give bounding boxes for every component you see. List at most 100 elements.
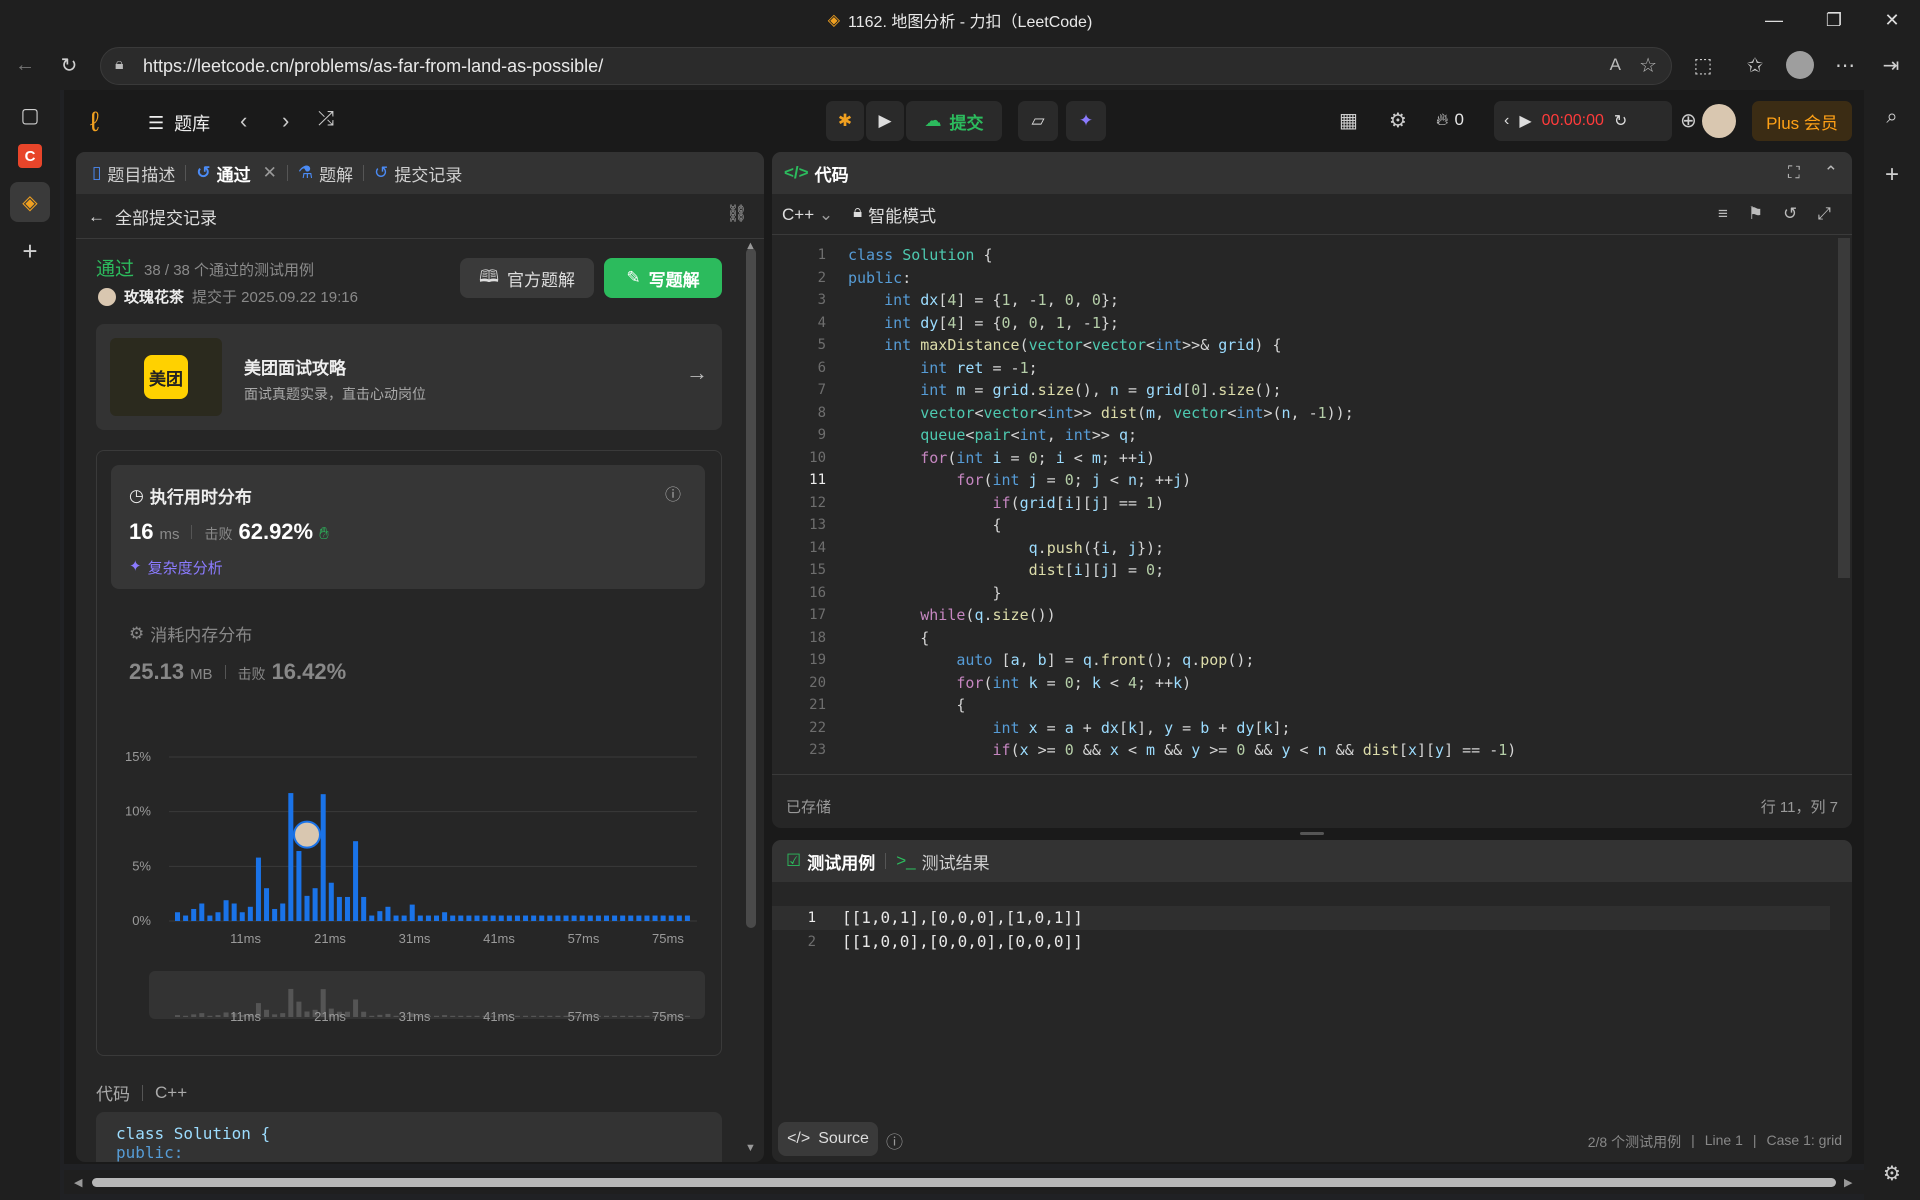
random-problem-icon[interactable]: ⤮ — [318, 108, 334, 131]
left-tab-bar: ▯ 题目描述 ↺ 通过 ✕ ⚗ 题解 ↺ 提交记录 — [76, 152, 764, 194]
notes-button[interactable]: ▱ — [1018, 101, 1058, 141]
code-area[interactable]: 1 class Solution {2 public: 3 int dx[4] = {… — [782, 244, 1812, 764]
bookmark-icon[interactable]: ⚑ — [1748, 204, 1763, 224]
chevron-down-icon: ⌄ — [818, 204, 834, 224]
new-tab-icon[interactable]: + — [13, 234, 47, 268]
overview-bar — [531, 1015, 537, 1017]
ai-assistant-button[interactable]: ✦ — [1066, 101, 1106, 141]
leetcode-tab-icon[interactable]: ◈ — [10, 182, 50, 222]
invite-user-icon[interactable]: ⊕ — [1680, 108, 1697, 133]
code-line: 7 int m = grid.size(), n = grid[0].size(… — [782, 379, 1812, 402]
sidebar-settings-icon[interactable]: ⚙ — [1875, 1156, 1909, 1190]
submitter-info: 玫瑰花茶 提交于 2025.09.22 19:16 — [98, 286, 358, 307]
collapse-icon[interactable]: ⌃ — [1824, 163, 1838, 183]
distribution-bar — [506, 915, 512, 921]
expand-icon[interactable]: ⤢ — [1817, 204, 1831, 224]
meituan-banner[interactable]: 美团 美团面试攻略 面试真题实录，直击心动岗位 → — [96, 324, 722, 430]
code-line: 11 for(int j = 0; j < n; ++j) — [782, 469, 1812, 492]
official-solution-button[interactable]: 🕮︎ 官方题解 — [460, 258, 594, 298]
distribution-bar — [514, 915, 520, 921]
overview-bar — [555, 1015, 561, 1017]
fullscreen-icon[interactable]: ⛶ — [1788, 163, 1800, 183]
share-link-icon[interactable]: ⛓ — [726, 204, 748, 224]
code-text: int x = a + dx[k], y = b + dy[k]; — [992, 718, 1291, 737]
more-options-icon[interactable]: ⋯ — [1828, 48, 1862, 82]
runtime-distribution-chart[interactable]: 15% 10% 5% 0% 11ms 21ms 31ms 41ms 57ms 75ms 11ms 21… — [97, 731, 721, 1061]
help-icon[interactable]: ⓘ — [886, 1128, 903, 1153]
code-line: 14 q.push({i, j}); — [782, 537, 1812, 560]
submit-button[interactable]: ☁ 提交 — [906, 101, 1002, 141]
line-number: 9 — [817, 427, 826, 443]
close-window-button[interactable]: ✕ — [1864, 0, 1920, 40]
minimize-button[interactable]: — — [1746, 0, 1802, 40]
add-sidebar-icon[interactable]: + — [1875, 158, 1909, 192]
browser-right-sidebar: ⌕ + ⚙ — [1864, 90, 1920, 1200]
tab-submissions[interactable]: ↺ 提交记录 — [364, 161, 472, 186]
memory-header[interactable]: ⚙ 消耗内存分布 — [129, 621, 252, 646]
scroll-up-icon[interactable]: ▲ — [745, 240, 756, 252]
back-icon[interactable]: ← — [8, 48, 42, 82]
extensions-icon[interactable]: ⬚ — [1686, 48, 1720, 82]
distribution-bar — [183, 915, 189, 921]
reload-icon[interactable]: ↻ — [52, 48, 86, 82]
scroll-down-icon[interactable]: ▼ — [745, 1142, 756, 1154]
smart-mode-toggle[interactable]: 🔒︎ 智能模式 — [853, 202, 936, 227]
run-button[interactable]: ▶ — [866, 101, 904, 141]
submitter-name[interactable]: 玫瑰花茶 — [124, 286, 184, 307]
tab-results[interactable]: >_ 测试结果 — [886, 849, 999, 874]
divider — [772, 234, 1852, 235]
panel-resize-handle[interactable] — [1300, 832, 1324, 835]
tab-accepted[interactable]: ↺ 通过 ✕ — [186, 161, 287, 186]
streak-counter[interactable]: 🔥︎ 0 — [1436, 110, 1464, 130]
description-icon: ▯ — [92, 163, 102, 182]
runtime-header: ◷ 执行用时分布 — [129, 483, 252, 508]
tab-solutions[interactable]: ⚗ 题解 — [288, 161, 363, 186]
scroll-left-icon[interactable]: ◀ — [74, 1176, 82, 1189]
language-select[interactable]: C++ ⌄ — [782, 205, 833, 225]
code-text: if(grid[i][j] == 1) — [992, 493, 1165, 512]
sparkle-icon: ✦ — [129, 558, 142, 575]
horizontal-scrollbar-thumb[interactable] — [92, 1178, 1836, 1187]
maximize-button[interactable]: ❐ — [1806, 0, 1862, 40]
back-to-submissions-link[interactable]: ← 全部提交记录 — [88, 204, 217, 229]
runtime-box[interactable]: ◷ 执行用时分布 ⓘ 16 ms 击败 62.92% ✋︎ ✦ 复杂度分析 — [111, 465, 705, 589]
problem-bank-link[interactable]: ☰ 题库 — [148, 110, 210, 136]
address-bar[interactable]: 🔒︎ https://leetcode.cn/problems/as-far-f… — [100, 47, 1672, 85]
prev-problem-icon[interactable]: ‹ — [240, 108, 247, 134]
format-icon[interactable]: ≡ — [1718, 204, 1728, 224]
sidebar-toggle-icon[interactable]: ⇥ — [1874, 48, 1908, 82]
complexity-analysis-link[interactable]: ✦ 复杂度分析 — [129, 557, 223, 578]
code-text: queue<pair<int, int>> q; — [920, 426, 1137, 444]
overview-bar — [223, 1012, 229, 1017]
write-solution-button[interactable]: ✎ 写题解 — [604, 258, 722, 298]
search-sidebar-icon[interactable]: ⌕ — [1875, 100, 1909, 134]
favorites-icon[interactable]: ✩ — [1738, 48, 1772, 82]
source-button[interactable]: </> Source — [778, 1122, 878, 1156]
tab-description[interactable]: ▯ 题目描述 — [76, 161, 185, 186]
testcase-editor[interactable]: 1 [[1,0,1],[0,0,0],[1,0,1]] 2 [[1,0,0],[0,… — [772, 906, 1832, 954]
editor-scrollbar-thumb[interactable] — [1838, 238, 1850, 578]
close-tab-icon[interactable]: ✕ — [263, 163, 277, 183]
user-avatar[interactable] — [1702, 104, 1736, 138]
left-scrollbar-thumb[interactable] — [746, 248, 756, 928]
overview-bar — [272, 1014, 278, 1017]
csdn-tab-icon[interactable]: C — [18, 144, 42, 168]
tab-code[interactable]: </> 代码 — [772, 161, 859, 186]
debug-button[interactable]: ✱ — [826, 101, 864, 141]
read-aloud-icon[interactable]: A — [1610, 55, 1621, 75]
scroll-right-icon[interactable]: ▶ — [1844, 1176, 1852, 1189]
tab-actions-icon[interactable]: ▢ — [13, 98, 47, 132]
info-icon[interactable]: ⓘ — [665, 481, 681, 505]
reset-code-icon[interactable]: ↺ — [1783, 204, 1797, 224]
leetcode-logo-icon[interactable]: ℓ — [90, 106, 99, 138]
timer-control[interactable]: ‹ ▶ 00:00:00 ↻ — [1494, 101, 1672, 141]
next-problem-icon[interactable]: › — [282, 108, 289, 134]
settings-icon[interactable]: ⚙ — [1389, 108, 1407, 133]
line-number: 4 — [817, 314, 826, 331]
window-title: 1162. 地图分析 - 力扣（LeetCode) — [848, 14, 1093, 31]
favorite-star-icon[interactable]: ☆ — [1639, 53, 1657, 78]
plus-membership-button[interactable]: Plus 会员 — [1752, 101, 1852, 141]
layout-icon[interactable]: ▦ — [1339, 108, 1358, 133]
tab-testcases[interactable]: ☑ 测试用例 — [772, 849, 885, 874]
profile-avatar-icon[interactable] — [1786, 51, 1814, 79]
